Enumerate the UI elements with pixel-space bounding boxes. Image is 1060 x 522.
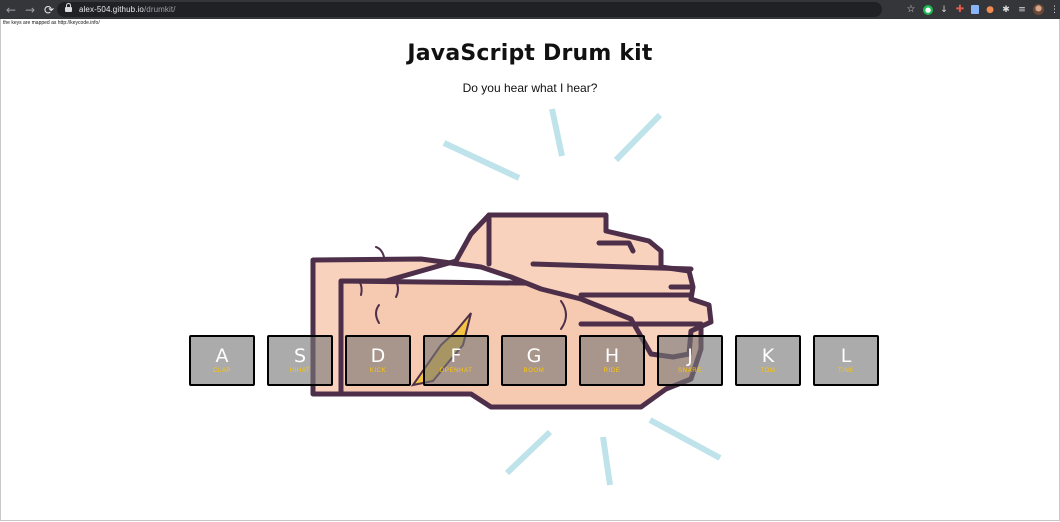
address-bar[interactable]: alex-504.github.io/drumkit/ [57,2,882,17]
burst-lines [442,108,722,486]
key-sound: clap [212,368,232,374]
key-sound: tink [837,368,855,374]
drum-keys: Aclap Shihat Dkick Fopenhat Gboom Hride … [189,335,879,386]
key-sound: hihat [289,368,311,374]
page-content: the keys are mapped as http://keycode.in… [0,19,1060,521]
key-h[interactable]: Hride [579,335,645,386]
key-d[interactable]: Dkick [345,335,411,386]
puzzle-icon[interactable]: ✱ [1001,5,1011,15]
key-letter: F [450,345,462,367]
star-icon[interactable]: ☆ [905,4,917,15]
key-g[interactable]: Gboom [501,335,567,386]
back-icon[interactable]: ← [3,2,19,18]
ext-red-icon[interactable]: ✚ [955,4,965,15]
page-title: JavaScript Drum kit [407,41,653,66]
key-letter: L [840,345,852,367]
key-letter: A [215,345,229,367]
key-a[interactable]: Aclap [189,335,255,386]
keycode-note: the keys are mapped as http://keycode.in… [3,20,100,26]
url-host: alex-504.github.io [79,5,144,14]
key-s[interactable]: Shihat [267,335,333,386]
url-path: /drumkit/ [143,5,176,14]
url-text[interactable]: alex-504.github.io/drumkit/ [79,5,176,14]
key-letter: G [526,345,542,367]
menu-icon[interactable]: ⋮ [1050,5,1059,15]
reload-icon[interactable]: ⟳ [41,2,57,18]
grammarly-icon[interactable]: ● [923,4,933,15]
key-j[interactable]: Jsnare [657,335,723,386]
key-sound: snare [678,368,702,374]
key-letter: K [761,345,775,367]
forward-icon[interactable]: → [22,2,38,18]
key-sound: kick [369,368,387,374]
pin-icon[interactable]: ↓ [939,5,949,15]
browser-toolbar: ← → ⟳ alex-504.github.io/drumkit/ ☆ ● ↓ … [0,0,1060,19]
key-sound: ride [603,368,621,374]
key-sound: tom [760,368,776,374]
ext-orange-icon[interactable]: ● [985,5,995,15]
key-letter: D [370,345,386,367]
key-letter: J [687,345,693,367]
page-subtitle: Do you hear what I hear? [462,81,598,95]
extensions-bar: ☆ ● ↓ ✚ ● ✱ ≡ ⋮ [905,2,1059,17]
reading-list-icon[interactable]: ≡ [1017,5,1027,15]
key-f[interactable]: Fopenhat [423,335,489,386]
key-letter: H [604,345,620,367]
key-l[interactable]: Ltink [813,335,879,386]
key-letter: S [293,345,307,367]
key-k[interactable]: Ktom [735,335,801,386]
lock-icon[interactable] [65,3,72,13]
avatar[interactable] [1033,4,1044,15]
doc-icon[interactable] [971,5,979,14]
key-sound: openhat [439,368,473,374]
key-sound: boom [523,368,545,374]
hand-details [358,246,567,330]
